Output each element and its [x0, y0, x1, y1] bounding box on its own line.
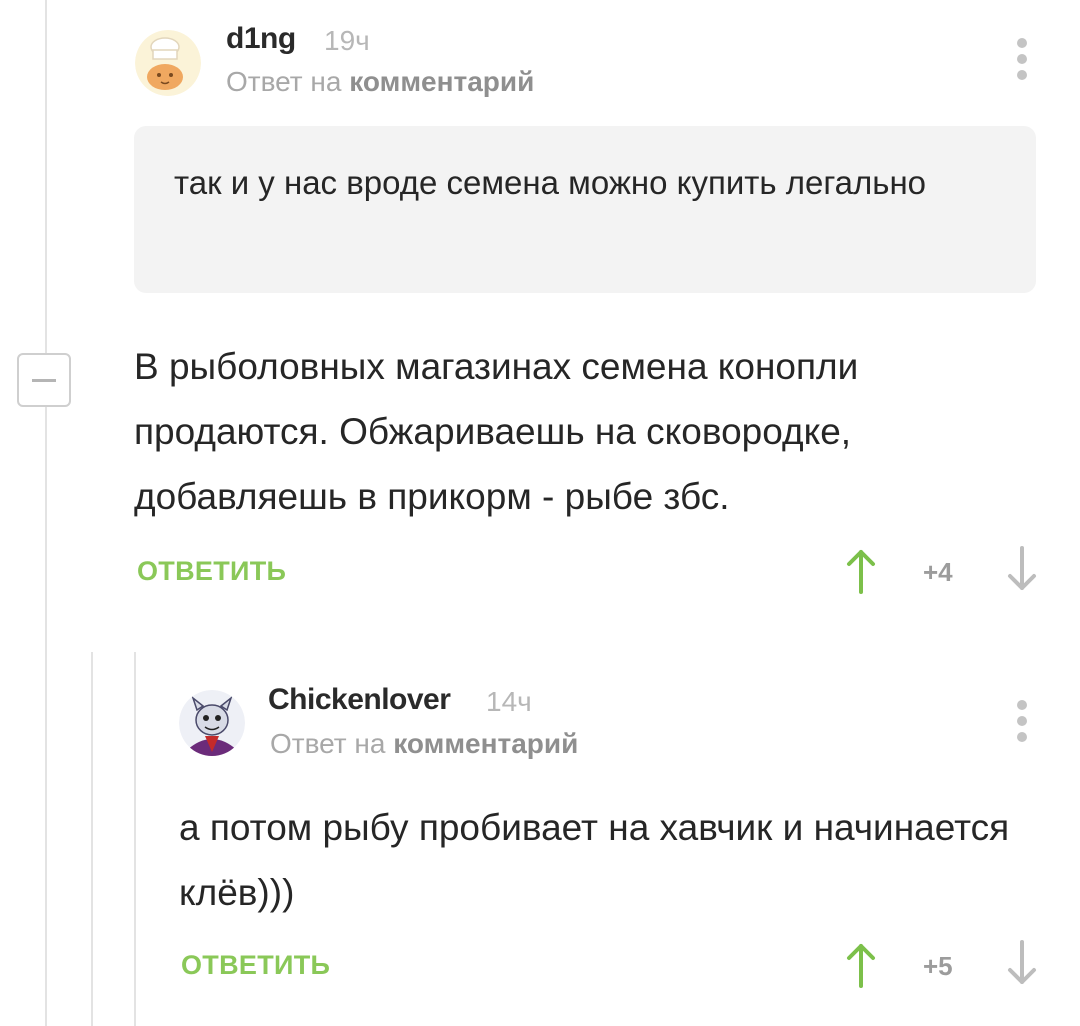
- avatar[interactable]: [135, 30, 201, 96]
- thread-line: [91, 652, 93, 1026]
- avatar[interactable]: [179, 690, 245, 756]
- reply-to-prefix: Ответ на: [270, 728, 386, 759]
- arrow-down-icon[interactable]: [1006, 546, 1038, 597]
- thread-line: [134, 652, 136, 1026]
- reply-to-prefix: Ответ на: [226, 66, 342, 97]
- reply-button[interactable]: ОТВЕТИТЬ: [137, 556, 286, 587]
- comment-body: В рыболовных магазинах семена конопли пр…: [134, 346, 859, 517]
- reply-button[interactable]: ОТВЕТИТЬ: [181, 950, 330, 981]
- comment-time: 14ч: [486, 686, 532, 717]
- comment-time: 19ч: [324, 25, 370, 56]
- username[interactable]: Chickenlover: [268, 683, 451, 717]
- more-vertical-icon[interactable]: [1015, 700, 1029, 742]
- arrow-up-icon[interactable]: [845, 548, 877, 599]
- reply-to-line: Ответ на комментарий: [226, 66, 534, 98]
- reply-to-link[interactable]: комментарий: [349, 66, 534, 97]
- reply-to-line: Ответ на комментарий: [270, 728, 578, 760]
- reply-to-link[interactable]: комментарий: [393, 728, 578, 759]
- arrow-up-icon[interactable]: [845, 942, 877, 993]
- thread-line: [45, 0, 47, 1026]
- vote-score: +5: [923, 951, 953, 981]
- vote-score: +4: [923, 557, 953, 587]
- quoted-comment: так и у нас вроде семена можно купить ле…: [134, 126, 1036, 293]
- arrow-down-icon[interactable]: [1006, 940, 1038, 991]
- username[interactable]: d1ng: [226, 22, 296, 56]
- more-vertical-icon[interactable]: [1015, 38, 1029, 80]
- comment-body: а потом рыбу пробивает на хавчик и начин…: [179, 807, 1010, 913]
- minus-icon: [32, 378, 56, 382]
- collapse-thread-button[interactable]: [17, 353, 71, 407]
